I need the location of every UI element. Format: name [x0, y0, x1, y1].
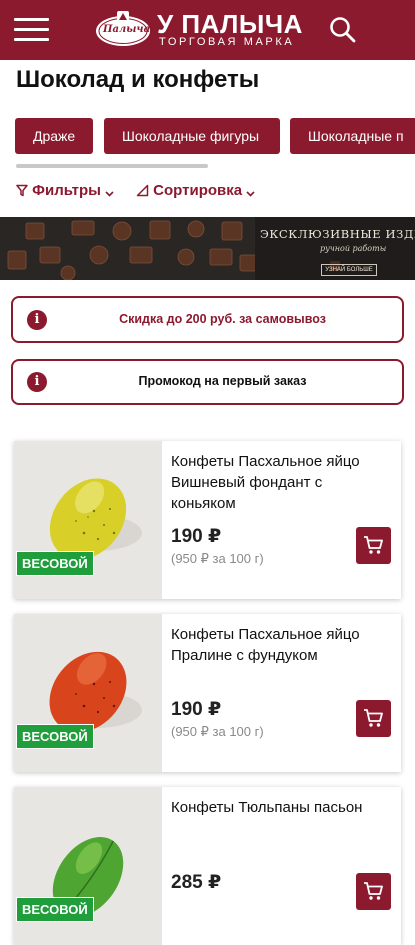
category-chip-dragee[interactable]: Драже	[15, 118, 93, 154]
promo-text: Скидка до 200 руб. за самовывоз	[119, 312, 326, 326]
logo-icon[interactable]: Палыча	[95, 9, 151, 49]
page-title: Шоколад и конфеты	[16, 66, 260, 93]
weight-badge: ВЕСОВОЙ	[16, 551, 94, 576]
product-card[interactable]: ВЕСОВОЙ Конфеты Пасхальное яйцо Вишневый…	[14, 441, 401, 599]
product-price: 190 ₽	[171, 526, 222, 547]
add-to-cart-button[interactable]	[356, 873, 391, 910]
cart-icon	[364, 709, 383, 727]
product-image[interactable]: ВЕСОВОЙ	[14, 441, 162, 599]
product-name[interactable]: Конфеты Тюльпаны пасьон	[171, 797, 386, 818]
promo-banner[interactable]: ЭКСКЛЮЗИВНЫЕ ИЗДЕЛИЯ ручной работы УЗНАЙ…	[0, 217, 415, 280]
product-card[interactable]: ВЕСОВОЙ Конфеты Тюльпаны пасьон 285 ₽	[14, 787, 401, 945]
chevron-down-icon	[246, 191, 255, 197]
category-chip-chocolate-figures[interactable]: Шоколадные фигуры	[104, 118, 280, 154]
banner-title: ЭКСКЛЮЗИВНЫЕ ИЗДЕЛИЯ	[260, 227, 415, 241]
add-to-cart-button[interactable]	[356, 527, 391, 564]
weight-badge: ВЕСОВОЙ	[16, 897, 94, 922]
funnel-icon	[16, 184, 28, 197]
app-header: Палыча У ПАЛЫЧА ТОРГОВАЯ МАРКА	[0, 0, 415, 60]
product-unit-price: (950 ₽ за 100 г)	[171, 551, 264, 566]
chevron-down-icon	[105, 191, 114, 197]
promo-text: Промокод на первый заказ	[138, 374, 307, 388]
info-icon: i	[27, 372, 47, 392]
promo-first-order-code[interactable]: i Промокод на первый заказ	[11, 359, 404, 405]
filters-label: Фильтры	[32, 182, 101, 199]
cart-icon	[364, 536, 383, 554]
weight-badge: ВЕСОВОЙ	[16, 724, 94, 749]
product-image[interactable]: ВЕСОВОЙ	[14, 787, 162, 945]
filters-button[interactable]: Фильтры	[16, 182, 114, 199]
product-card[interactable]: ВЕСОВОЙ Конфеты Пасхальное яйцо Пралине …	[14, 614, 401, 772]
product-price: 190 ₽	[171, 699, 222, 720]
category-scrollbar[interactable]	[16, 164, 208, 168]
sort-button[interactable]: Сортировка	[136, 182, 255, 199]
product-unit-price: (950 ₽ за 100 г)	[171, 724, 264, 739]
sort-icon	[136, 184, 149, 197]
search-icon[interactable]	[328, 15, 358, 45]
product-price: 285 ₽	[171, 872, 222, 893]
promo-pickup-discount[interactable]: i Скидка до 200 руб. за самовывоз	[11, 296, 404, 343]
product-image[interactable]: ВЕСОВОЙ	[14, 614, 162, 772]
product-name[interactable]: Конфеты Пасхальное яйцо Пралине с фундук…	[171, 624, 386, 666]
logo-badge-text: Палыча	[103, 24, 151, 35]
banner-learn-more-button[interactable]: УЗНАЙ БОЛЬШЕ	[321, 264, 377, 276]
product-name[interactable]: Конфеты Пасхальное яйцо Вишневый фондант…	[171, 451, 386, 514]
info-icon: i	[27, 310, 47, 330]
sort-label: Сортировка	[153, 182, 243, 199]
category-chip-chocolate-more[interactable]: Шоколадные п	[290, 118, 415, 154]
banner-subtitle: ручной работы	[320, 244, 387, 253]
chocolates-image	[0, 217, 260, 280]
add-to-cart-button[interactable]	[356, 700, 391, 737]
hamburger-menu-icon[interactable]	[14, 17, 50, 43]
category-chips: Драже Шоколадные фигуры Шоколадные п	[0, 118, 415, 154]
logo-subtitle: ТОРГОВАЯ МАРКА	[159, 36, 295, 48]
cart-icon	[364, 882, 383, 900]
